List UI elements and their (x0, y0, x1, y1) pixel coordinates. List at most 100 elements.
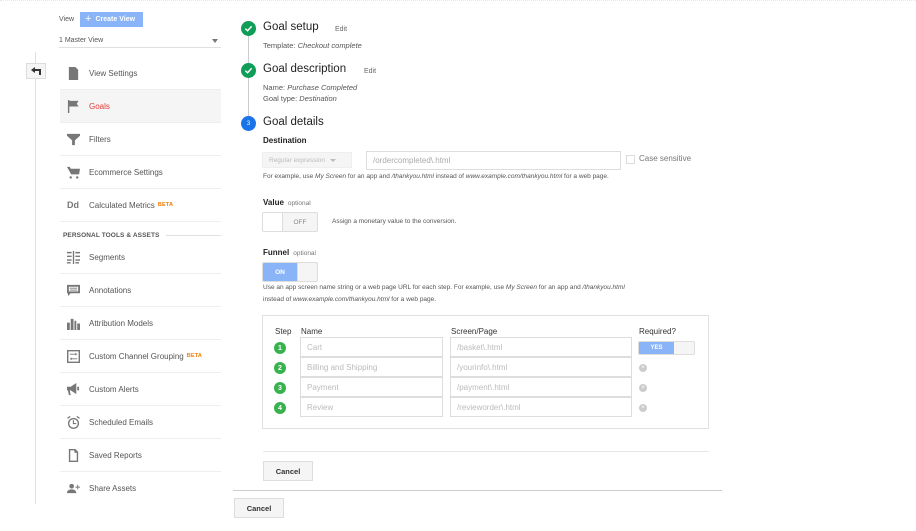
funnel-step-number: 1 (274, 342, 286, 354)
sidebar-item-label: Scheduled Emails (89, 417, 154, 427)
detail-value: Checkout complete (297, 41, 362, 50)
funnel-step-screen-input[interactable]: /revieworder\.html (450, 397, 632, 417)
create-view-button[interactable]: + Create View (80, 12, 144, 27)
funnel-hint: Use an app screen name string or a web p… (263, 282, 703, 306)
megaphone-icon (65, 382, 81, 396)
column-step: Step (275, 327, 292, 336)
edit-goal-description-link[interactable]: Edit (364, 68, 376, 75)
hint-example: /thankyou.html (582, 284, 625, 291)
personal-tools-nav: Segments Annotations Attribution Models … (60, 241, 221, 505)
hint-text: instead of (433, 173, 466, 180)
value-label: Value optional (263, 198, 311, 207)
view-select[interactable]: 1 Master View (59, 34, 221, 48)
sidebar-item-attribution-models[interactable]: Attribution Models (60, 307, 221, 340)
sidebar-nav: View Settings Goals Filters Ecommerce Se… (60, 57, 221, 222)
document-icon (65, 66, 81, 80)
sidebar-item-custom-channel-grouping[interactable]: Custom Channel Grouping BETA (60, 340, 221, 373)
edit-goal-setup-link[interactable]: Edit (335, 26, 347, 33)
funnel-step-name-input[interactable]: Review (300, 397, 443, 417)
sidebar-item-calculated-metrics[interactable]: Dd Calculated Metrics BETA (60, 189, 221, 222)
view-header: View + Create View (59, 12, 144, 27)
hint-example: www.example.com/thankyou.html (465, 173, 563, 180)
filter-icon (65, 132, 81, 146)
funnel-step-number: 4 (274, 402, 286, 414)
sidebar-item-custom-alerts[interactable]: Custom Alerts (60, 373, 221, 406)
sidebar-item-label: Saved Reports (89, 450, 142, 460)
sidebar-item-share-assets[interactable]: Share Assets (60, 472, 221, 505)
cancel-button[interactable]: Cancel (234, 498, 284, 518)
sidebar-item-filters[interactable]: Filters (60, 123, 221, 156)
sidebar-item-scheduled-emails[interactable]: Scheduled Emails (60, 406, 221, 439)
sidebar-item-annotations[interactable]: Annotations (60, 274, 221, 307)
hint-text: instead of (263, 296, 293, 303)
segments-icon (65, 250, 81, 264)
detail-value: Purchase Completed (287, 83, 358, 92)
sidebar-item-saved-reports[interactable]: Saved Reports (60, 439, 221, 472)
bar-chart-icon (65, 316, 81, 330)
funnel-step-screen-input[interactable]: /basket\.html (450, 337, 632, 357)
funnel-step-number: 3 (274, 382, 286, 394)
step-complete-icon (241, 63, 256, 78)
step-number-badge: 3 (241, 116, 256, 131)
optional-tag: optional (287, 200, 311, 207)
sidebar-item-view-settings[interactable]: View Settings (60, 57, 221, 90)
remove-step-icon[interactable]: × (639, 384, 647, 392)
hint-text: for an app and (537, 284, 583, 291)
value-label-text: Value (263, 198, 284, 207)
back-button[interactable] (26, 63, 46, 79)
sidebar-item-label: Segments (89, 252, 126, 262)
sidebar-item-label: Share Assets (89, 484, 137, 493)
rail-line (35, 52, 36, 504)
value-description: Assign a monetary value to the conversio… (332, 218, 457, 225)
funnel-step-screen-input[interactable]: /yourinfo\.html (450, 357, 632, 377)
sidebar-item-label: Goals (89, 101, 110, 111)
goal-type: Goal type: Destination (263, 94, 337, 103)
add-person-icon (65, 482, 81, 496)
funnel-step-name-input[interactable]: Billing and Shipping (300, 357, 443, 377)
funnel-label: Funnel optional (263, 248, 316, 257)
sidebar-item-goals[interactable]: Goals (60, 90, 221, 123)
hint-example: My Screen (315, 173, 347, 180)
cart-icon (65, 165, 81, 179)
value-toggle[interactable]: OFF (262, 212, 318, 232)
hint-text: for an app and (346, 173, 392, 180)
match-type-select[interactable]: Regular expression (262, 152, 352, 168)
funnel-step-number: 2 (274, 362, 286, 374)
sidebar-item-ecommerce-settings[interactable]: Ecommerce Settings (60, 156, 221, 189)
beta-badge: BETA (157, 202, 174, 208)
remove-step-icon[interactable]: × (639, 404, 647, 412)
remove-step-icon[interactable]: × (639, 364, 647, 372)
case-sensitive-checkbox[interactable] (626, 155, 635, 164)
chevron-down-icon (212, 38, 218, 43)
top-border (0, 0, 916, 1)
column-required: Required? (639, 327, 676, 336)
funnel-step-screen-input[interactable]: /payment\.html (450, 377, 632, 397)
destination-input[interactable]: /ordercompleted\.html (366, 151, 621, 170)
destination-hint: For example, use My Screen for an app an… (263, 171, 609, 183)
toggle-state: ON (275, 268, 285, 276)
detail-label: Template: (263, 41, 296, 50)
step-title-goal-description: Goal description (263, 63, 347, 75)
sidebar-item-segments[interactable]: Segments (60, 241, 221, 274)
required-toggle[interactable]: YES (638, 341, 695, 355)
flag-icon (65, 99, 81, 113)
detail-label: Name: (263, 83, 286, 92)
sidebar-item-label: Attribution Models (89, 318, 154, 328)
goal-template: Template: Checkout complete (263, 41, 362, 50)
sidebar-item-label: Custom Alerts (89, 384, 139, 394)
step-title-goal-setup: Goal setup (263, 21, 319, 33)
column-screen-page: Screen/Page (451, 327, 498, 336)
funnel-step-name-input[interactable]: Cart (300, 337, 443, 357)
funnel-step-name-input[interactable]: Payment (300, 377, 443, 397)
comment-icon (65, 283, 81, 297)
sidebar-item-label: Custom Channel Grouping (89, 351, 184, 361)
checkmark-icon (244, 67, 253, 74)
plus-icon: + (85, 13, 92, 25)
goal-details-cancel-button[interactable]: Cancel (263, 461, 313, 481)
section-title: PERSONAL TOOLS & ASSETS (63, 232, 221, 239)
goal-name: Name: Purchase Completed (263, 83, 357, 92)
section-divider (263, 451, 709, 452)
sidebar-item-label: Calculated Metrics (89, 200, 155, 210)
sidebar-item-label: Filters (89, 134, 111, 144)
funnel-toggle[interactable]: ON (262, 262, 318, 282)
